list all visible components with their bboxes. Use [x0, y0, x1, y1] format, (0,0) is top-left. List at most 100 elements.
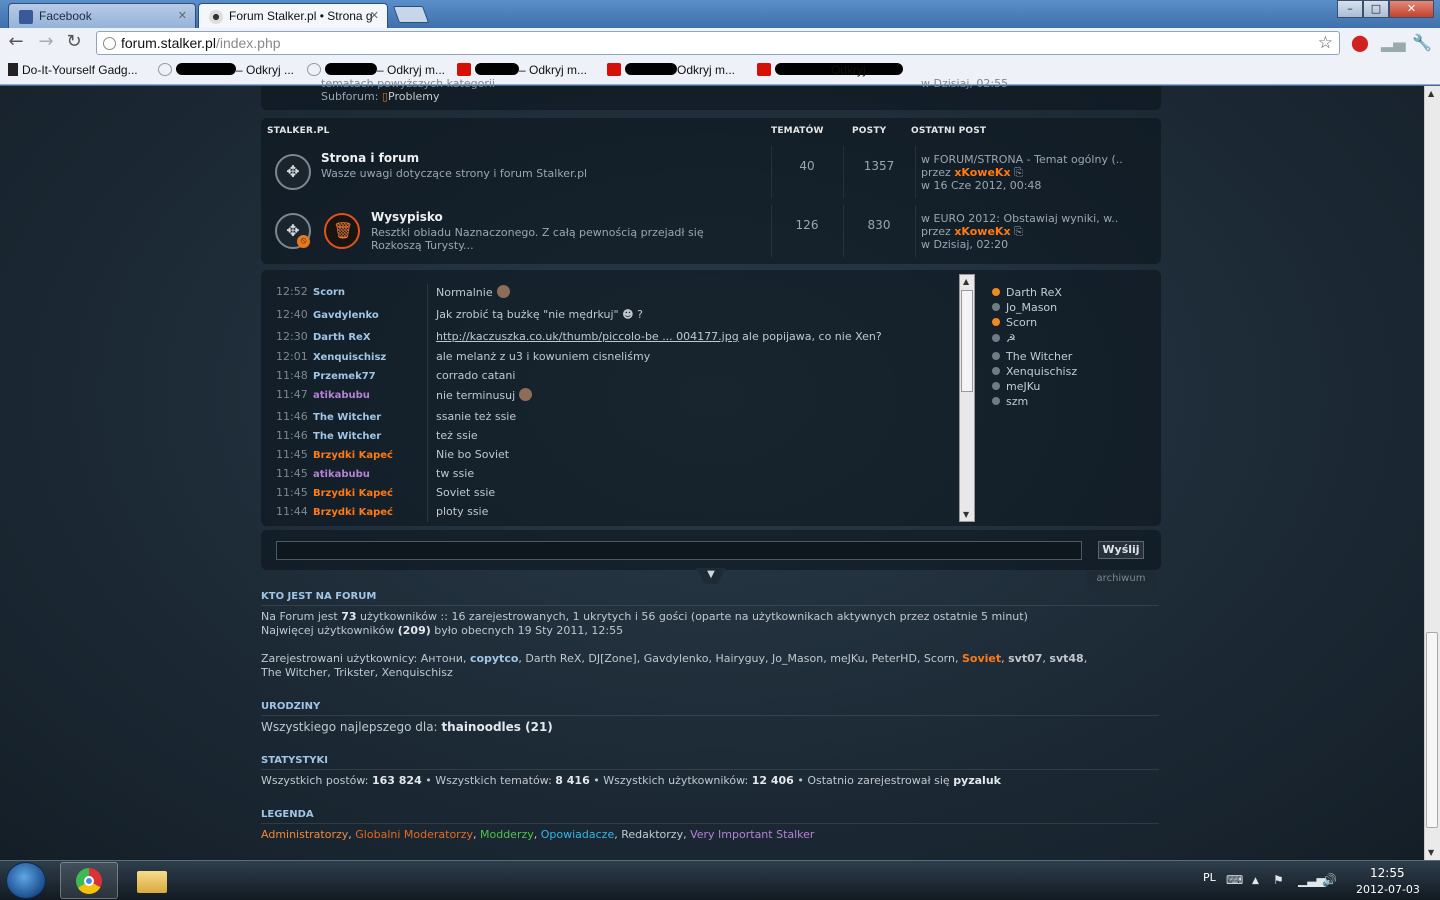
online-user[interactable]: ☭	[992, 332, 1016, 345]
online-user-name[interactable]: Darth ReX	[1006, 286, 1062, 299]
registered-users-line-cont[interactable]: The Witcher, Trikster, Xenquischisz	[261, 666, 453, 679]
legend-group-link[interactable]: Redaktorzy	[621, 828, 683, 841]
chat-user-link[interactable]: Gavdylenko	[313, 310, 379, 321]
online-user[interactable]: szm	[992, 395, 1028, 408]
shoutbox-message-input[interactable]	[276, 541, 1082, 560]
bookmark-item[interactable]: Do-It-Yourself Gadg...	[8, 63, 138, 77]
registered-user-link[interactable]: PeterHD	[872, 652, 917, 665]
show-hidden-icons-icon[interactable]: ▲	[1252, 876, 1259, 886]
online-user-name[interactable]: meJKu	[1006, 380, 1040, 393]
minimize-button[interactable]: –	[1337, 0, 1363, 18]
chat-user-link[interactable]: The Witcher	[313, 412, 381, 423]
clock-time[interactable]: 12:55	[1370, 866, 1405, 880]
online-user-name[interactable]: Jo_Mason	[1006, 301, 1057, 314]
signal-icon[interactable]: ▂▄	[1381, 33, 1406, 53]
last-post-user-link[interactable]: xKoweKx	[954, 225, 1010, 238]
registered-user-link[interactable]: copytco	[470, 652, 518, 665]
scroll-down-arrow-icon[interactable]: ▼	[963, 510, 969, 519]
registered-user-link[interactable]: Soviet	[962, 652, 1001, 665]
online-user[interactable]: Scorn	[992, 316, 1037, 329]
chat-user-link[interactable]: Brzydki Kapeć	[313, 488, 393, 499]
category-title[interactable]: STALKER.PL	[267, 126, 330, 136]
tab-forum-stalker[interactable]: Forum Stalker.pl • Strona g ✕	[198, 3, 388, 29]
registered-user-link[interactable]: svt48	[1049, 652, 1083, 665]
chat-user-link[interactable]: The Witcher	[313, 431, 381, 442]
chat-user-link[interactable]: Przemek77	[313, 371, 376, 382]
registered-user-link[interactable]: meJKu	[830, 652, 864, 665]
forum-title-link[interactable]: Wysypisko	[371, 210, 443, 224]
archive-link[interactable]: archiwum	[1087, 571, 1155, 591]
scroll-down-arrow-icon[interactable]: ▼	[1428, 848, 1434, 857]
forum-title-link[interactable]: Strona i forum	[321, 151, 419, 165]
taskbar-chrome-button[interactable]	[60, 862, 118, 899]
bookmark-item[interactable]: – Odkryj m...	[307, 63, 445, 77]
registered-user-link[interactable]: Hairyguy	[715, 652, 765, 665]
close-icon[interactable]: ✕	[178, 9, 187, 22]
legend-group-link[interactable]: Globalni Moderatorzy	[355, 828, 473, 841]
registered-user-link[interactable]: Scorn	[924, 652, 955, 665]
legend-group-link[interactable]: Modderzy	[480, 828, 534, 841]
subforum-link[interactable]: Problemy	[388, 90, 439, 103]
view-latest-post-icon[interactable]: ⎘	[1014, 166, 1023, 179]
send-button[interactable]: Wyślij	[1098, 541, 1144, 559]
online-user[interactable]: meJKu	[992, 380, 1040, 393]
close-icon[interactable]: ✕	[370, 9, 379, 22]
online-user-name[interactable]: Xenquischisz	[1006, 365, 1077, 378]
language-indicator[interactable]: PL	[1203, 871, 1216, 884]
back-arrow-icon[interactable]: ←	[6, 32, 26, 52]
scroll-up-arrow-icon[interactable]: ▲	[963, 277, 969, 286]
action-center-flag-icon[interactable]: ⚑	[1273, 873, 1284, 887]
keyboard-icon[interactable]: ⌨	[1226, 873, 1243, 887]
registered-user-link[interactable]: Gavdylenko	[644, 652, 709, 665]
registered-user-link[interactable]: Антони	[421, 652, 463, 665]
online-user[interactable]: Xenquischisz	[992, 365, 1077, 378]
reload-icon[interactable]: ↻	[64, 32, 84, 52]
registered-user-link[interactable]: DJ[Zone]	[588, 652, 636, 665]
taskbar-explorer-button[interactable]	[122, 862, 180, 899]
tab-facebook[interactable]: Facebook ✕	[8, 3, 196, 28]
online-user[interactable]: The Witcher	[992, 350, 1072, 363]
star-icon[interactable]: ☆	[1318, 33, 1333, 53]
legend-group-link[interactable]: Opowiadacze	[541, 828, 614, 841]
legend-group-link[interactable]: Administratorzy	[261, 828, 348, 841]
wrench-icon[interactable]: 🔧	[1412, 33, 1432, 53]
online-user[interactable]: Darth ReX	[992, 286, 1062, 299]
chat-user-link[interactable]: atikabubu	[313, 390, 370, 401]
last-post-topic-link[interactable]: w EURO 2012: Obstawiaj wyniki, w..	[921, 212, 1118, 225]
online-user-name[interactable]: Scorn	[1006, 316, 1037, 329]
registered-user-link[interactable]: Darth ReX	[525, 652, 581, 665]
bookmark-item[interactable]: – Odkryj m...	[457, 63, 587, 77]
new-tab-button[interactable]	[392, 6, 430, 23]
chat-user-link[interactable]: Brzydki Kapeć	[313, 450, 393, 461]
registered-user-link[interactable]: Jo_Mason	[772, 652, 823, 665]
chat-user-link[interactable]: Scorn	[313, 287, 345, 298]
last-post-user-link[interactable]: xKoweKx	[954, 166, 1010, 179]
registered-user-link[interactable]: svt07	[1008, 652, 1042, 665]
scroll-up-arrow-icon[interactable]: ▲	[1428, 89, 1434, 98]
chat-link[interactable]: http://kaczuszka.co.uk/thumb/piccolo-be …	[436, 330, 739, 343]
adblock-icon[interactable]: ⬤	[1350, 33, 1370, 53]
bookmark-item[interactable]: – Odkryj ...	[158, 63, 294, 77]
shoutbox-scroll-thumb[interactable]	[961, 290, 973, 392]
forward-arrow-icon[interactable]: →	[36, 32, 56, 52]
address-bar[interactable]: forum.stalker.pl/index.php ☆	[96, 31, 1340, 55]
close-window-button[interactable]: ✕	[1389, 0, 1434, 18]
chat-user-link[interactable]: Darth ReX	[313, 332, 371, 343]
chat-user-link[interactable]: atikabubu	[313, 469, 370, 480]
online-user-name[interactable]: ☭	[1006, 332, 1016, 345]
online-user[interactable]: Jo_Mason	[992, 301, 1057, 314]
chat-user-link[interactable]: Xenquischisz	[313, 352, 386, 363]
last-post-topic-link[interactable]: w FORUM/STRONA - Temat ogólny (..	[921, 153, 1123, 166]
view-latest-post-icon[interactable]: ⎘	[1014, 225, 1023, 238]
bookmark-item[interactable]: Odkryj	[757, 63, 903, 77]
newest-user-link[interactable]: pyzaluk	[953, 774, 1001, 787]
chat-user-link[interactable]: Brzydki Kapeć	[313, 507, 393, 518]
maximize-button[interactable]: □	[1363, 0, 1389, 18]
volume-icon[interactable]: 🔊	[1322, 873, 1337, 887]
clock-date[interactable]: 2012-07-03	[1356, 883, 1420, 896]
online-user-name[interactable]: The Witcher	[1006, 350, 1072, 363]
legend-group-link[interactable]: Very Important Stalker	[690, 828, 814, 841]
start-button[interactable]	[6, 862, 46, 899]
bookmark-item[interactable]: Odkryj m...	[607, 63, 735, 77]
online-user-name[interactable]: szm	[1006, 395, 1028, 408]
